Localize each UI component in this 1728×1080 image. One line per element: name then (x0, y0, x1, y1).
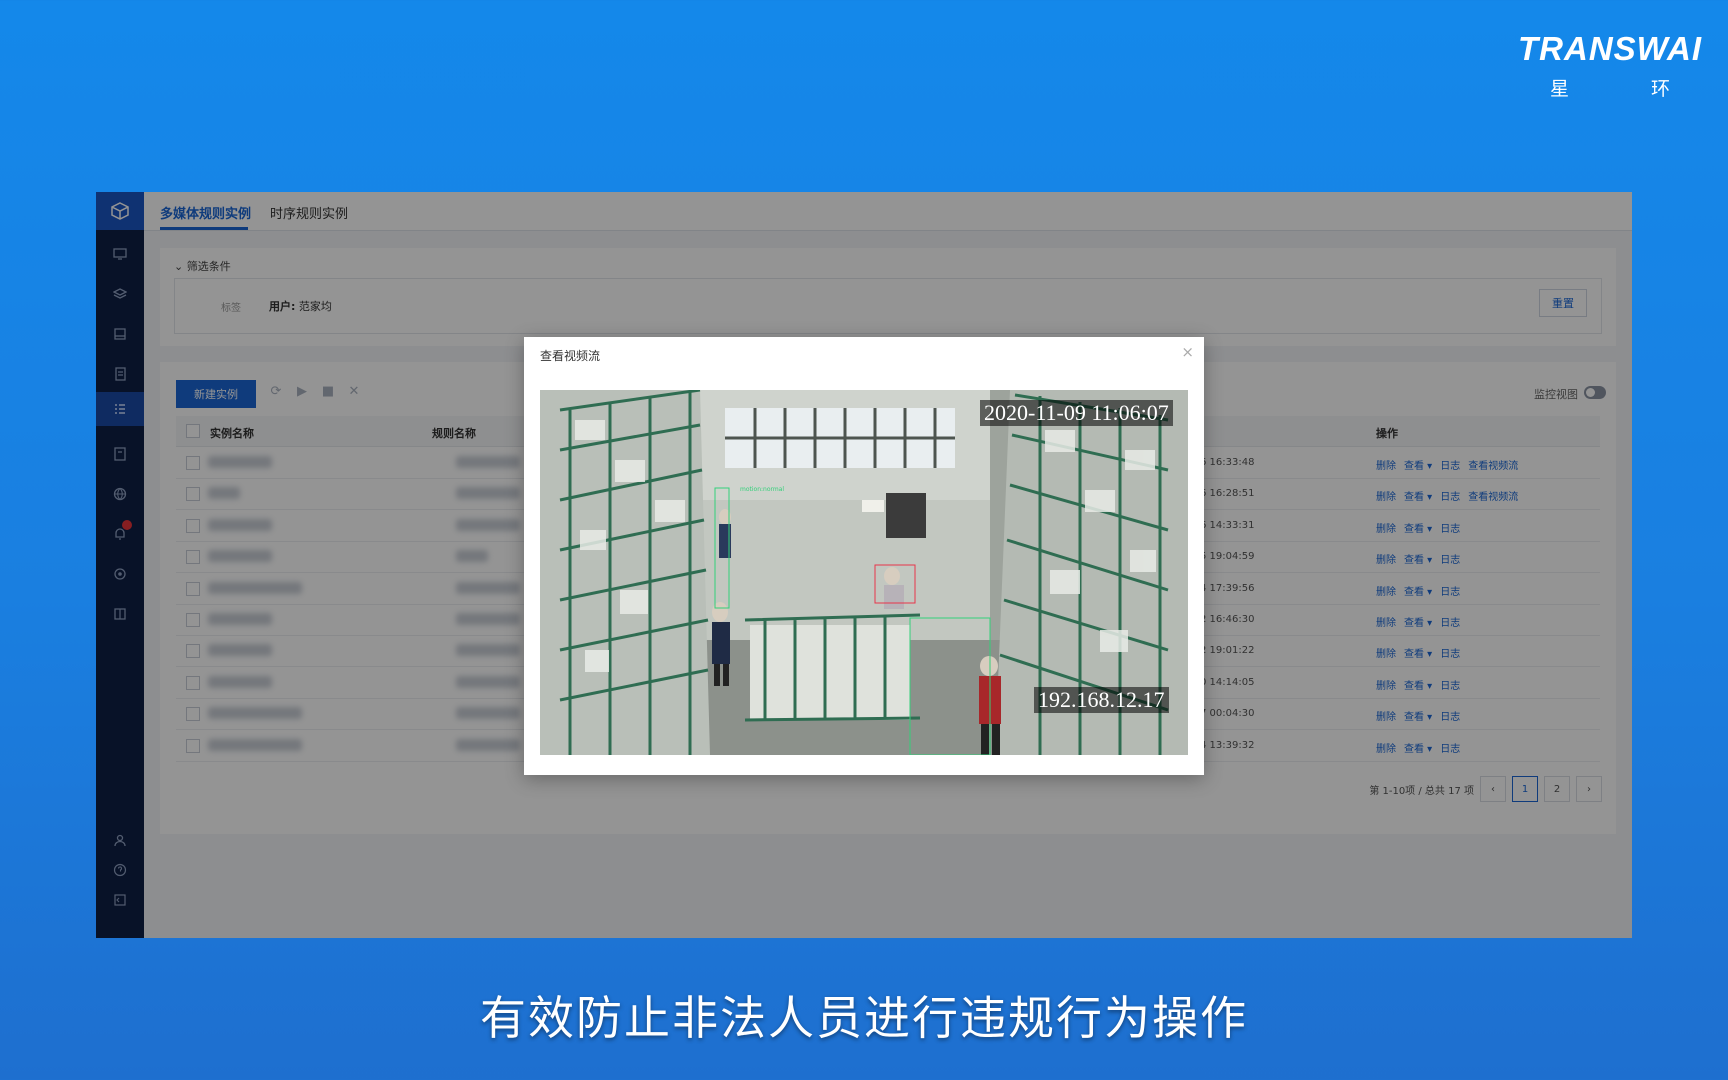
brand-logo: TRANSWAI 星 环 科 (1518, 30, 1728, 100)
video-stream-modal: 查看视频流 × motion:normal 2020-11-09 11:06:0… (524, 337, 1204, 775)
video-subtitle: 有效防止非法人员进行违规行为操作 (480, 991, 1248, 1045)
detection-label: motion:normal (740, 486, 784, 493)
close-icon[interactable]: × (1181, 343, 1194, 361)
brand-chinese: 星 环 科 (1550, 78, 1728, 100)
modal-title: 查看视频流 (540, 349, 601, 363)
brand-wordmark: TRANSWAI (1518, 30, 1702, 67)
video-stream: motion:normal 2020-11-09 11:06:07 192.16… (540, 390, 1188, 755)
camera-ip: 192.168.12.17 (1034, 687, 1169, 713)
video-timestamp: 2020-11-09 11:06:07 (980, 400, 1173, 426)
